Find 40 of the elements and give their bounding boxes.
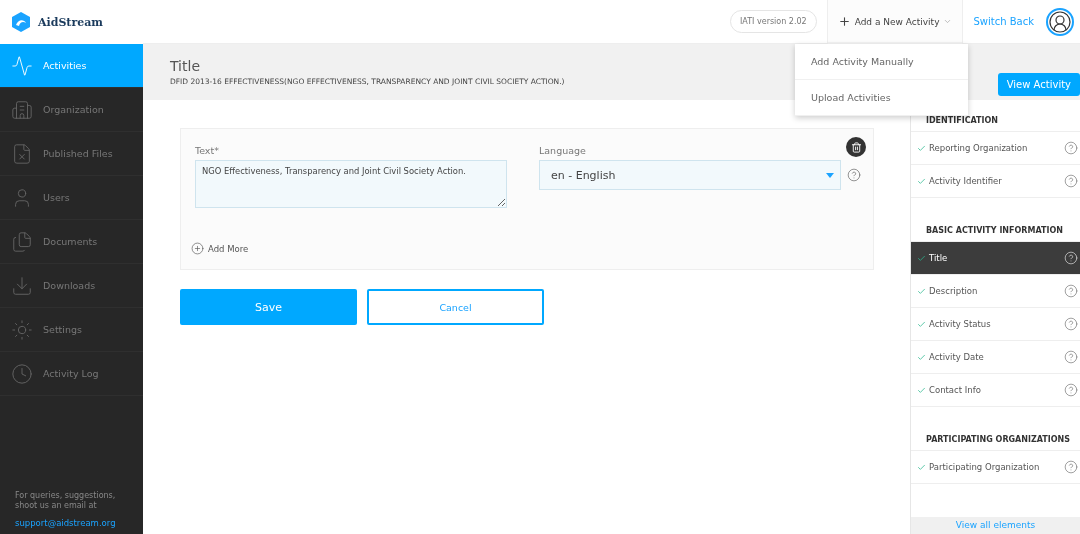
nav-icon: [11, 274, 33, 297]
help-icon[interactable]: [1064, 350, 1078, 364]
sidebar-item[interactable]: Settings: [0, 308, 143, 352]
help-icon[interactable]: [1064, 460, 1078, 474]
plus-icon: [191, 242, 204, 255]
help-icon[interactable]: [1064, 284, 1078, 298]
sidebar-item[interactable]: Published Files: [0, 132, 143, 176]
nav-icon: [11, 142, 33, 165]
page-title: Title: [170, 58, 201, 74]
sidebar-item[interactable]: Downloads: [0, 264, 143, 308]
help-icon[interactable]: [1064, 317, 1078, 331]
field-label: Text*: [195, 145, 220, 156]
nav-icon: [11, 98, 33, 121]
help-icon[interactable]: [1064, 174, 1078, 188]
add-more-link[interactable]: Add More: [191, 242, 865, 255]
caret-icon: [943, 17, 953, 26]
help-icon[interactable]: [847, 168, 861, 182]
logo-text: AidStream: [38, 15, 103, 29]
sidebar-item[interactable]: Activity Log: [0, 352, 143, 396]
logo-icon: [10, 11, 32, 33]
nav-icon: [11, 54, 33, 77]
sidebar-item[interactable]: Documents: [0, 220, 143, 264]
delete-icon[interactable]: [846, 137, 866, 157]
nav-icon: [11, 362, 33, 385]
help-icon[interactable]: [1064, 383, 1078, 397]
plus-icon: [837, 15, 851, 28]
language-select[interactable]: en - English: [539, 160, 841, 190]
help-icon[interactable]: [1064, 141, 1078, 155]
email-link[interactable]: support@aidstream.org: [15, 518, 116, 528]
nav-icon: [11, 318, 33, 341]
support-text: For queries, suggestions, shoot us an email at: [15, 491, 117, 511]
sidebar-item[interactable]: Users: [0, 176, 143, 220]
field-label: Language: [539, 145, 587, 156]
caret-icon: [826, 172, 834, 178]
text-field[interactable]: NGO Effectiveness, Transparency and Joint Civil Society Action.: [195, 160, 507, 208]
add-activity-button[interactable]: Add a New Activity: [826, 0, 964, 44]
nav-icon: [11, 230, 33, 253]
sidebar-item[interactable]: Organization: [0, 88, 143, 132]
avatar-icon[interactable]: [1046, 7, 1074, 36]
element-item[interactable]: Title: [911, 242, 1080, 275]
